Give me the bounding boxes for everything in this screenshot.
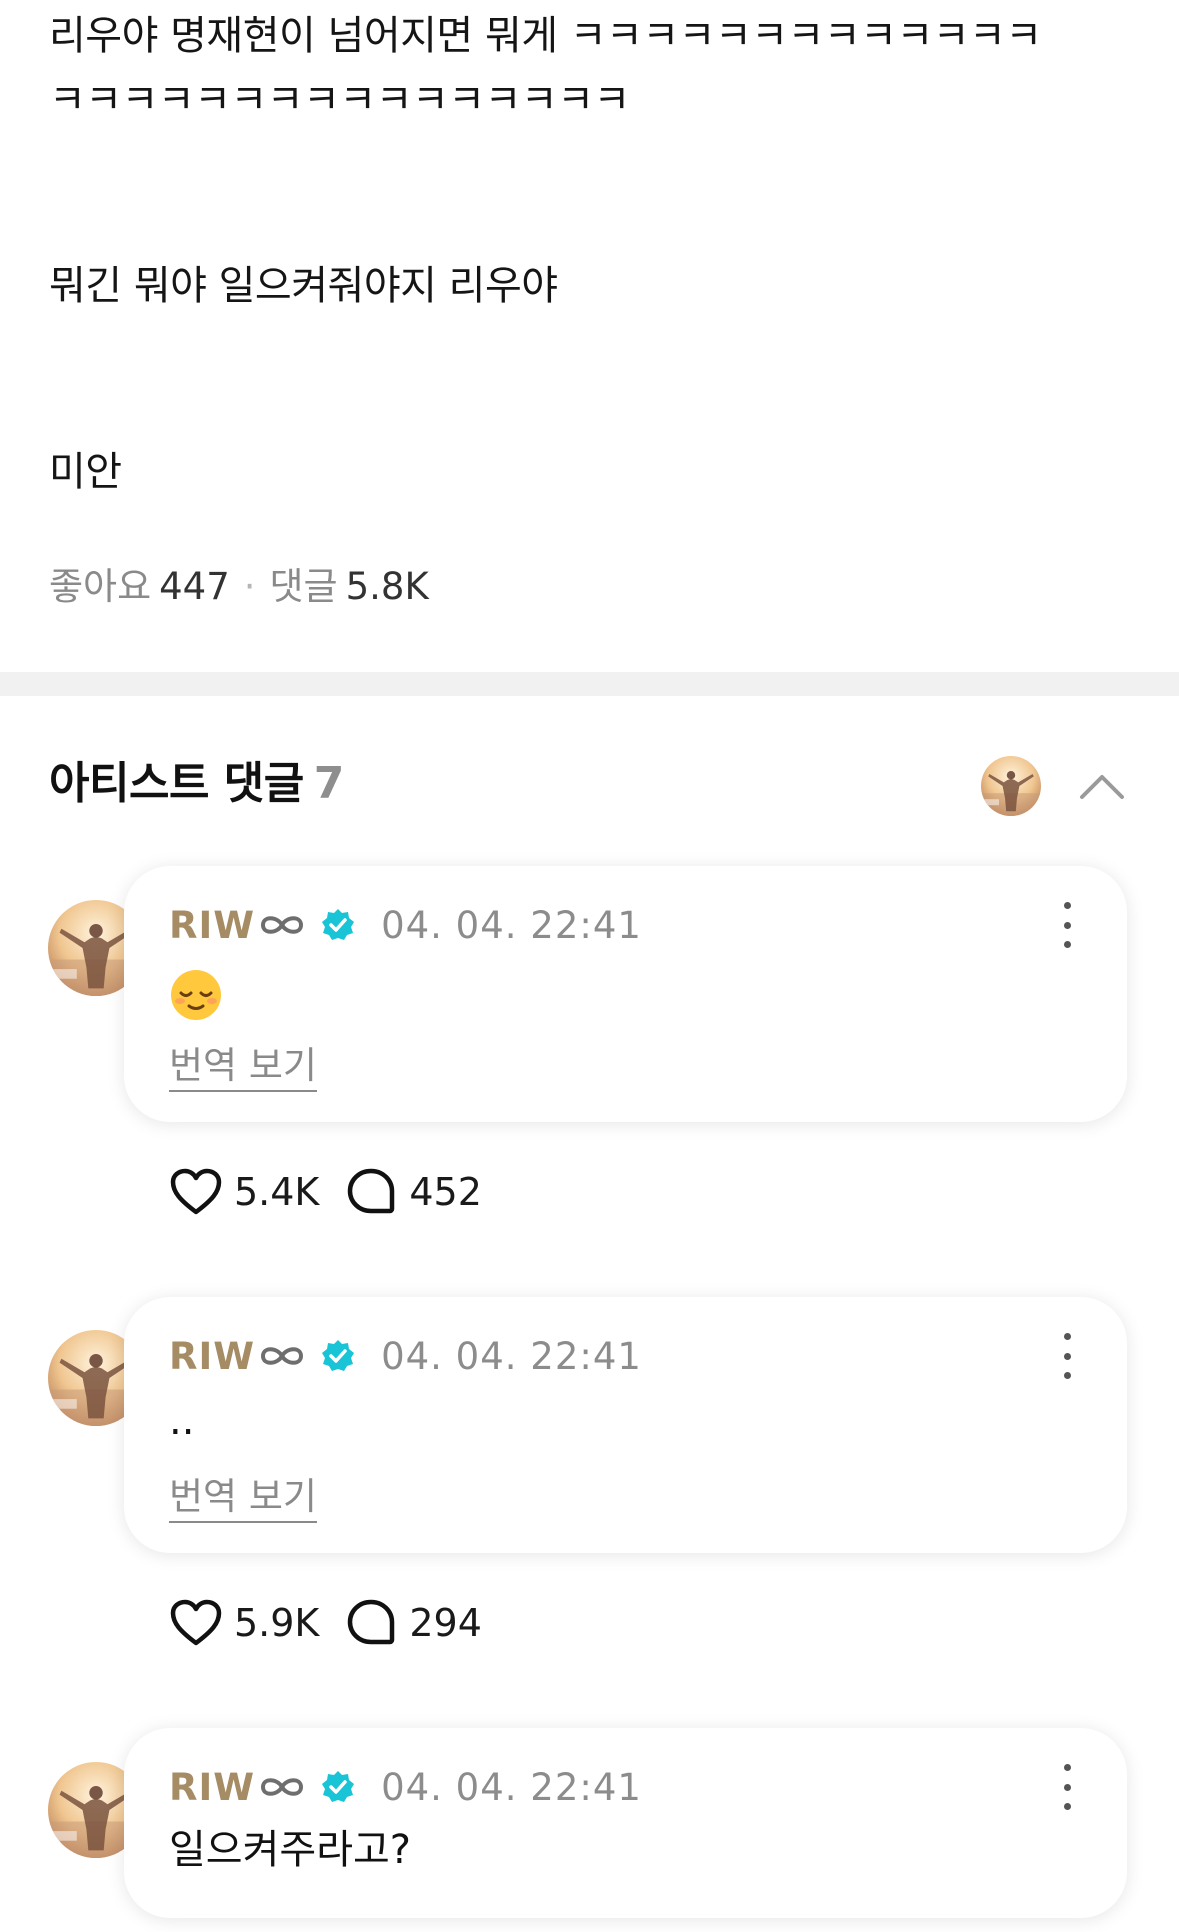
chevron-up-icon xyxy=(1080,775,1124,799)
more-options-icon[interactable] xyxy=(1057,1764,1077,1810)
comment-author[interactable]: RIW xyxy=(169,904,255,947)
comment-card: RIW 04. 04. 22:41 번역 보기 xyxy=(124,866,1127,1122)
comment-date: 04. 04. 22:41 xyxy=(381,1765,642,1809)
infinity-icon xyxy=(261,1347,304,1365)
relieved-face-emoji xyxy=(171,970,221,1020)
comment-author[interactable]: RIW xyxy=(169,1335,255,1378)
comment-header: RIW 04. 04. 22:41 xyxy=(169,1331,642,1381)
translate-link[interactable]: 번역 보기 xyxy=(169,1473,317,1523)
comment-author[interactable]: RIW xyxy=(169,1766,255,1809)
comment-actions: 5.4K 452 xyxy=(168,1162,482,1222)
comment-header: RIW 04. 04. 22:41 xyxy=(169,1762,642,1812)
more-options-icon[interactable] xyxy=(1057,1333,1077,1379)
likes-label: 좋아요 xyxy=(49,565,152,608)
like-count: 5.9K xyxy=(234,1601,320,1645)
section-divider xyxy=(0,672,1179,696)
verified-badge-icon xyxy=(322,1340,355,1371)
likes-count: 447 xyxy=(159,565,230,608)
reply-icon[interactable] xyxy=(343,1595,399,1651)
more-options-icon[interactable] xyxy=(1057,902,1077,948)
comment-date: 04. 04. 22:41 xyxy=(381,903,642,947)
comment-card: RIW 04. 04. 22:41 .. 번역 보기 xyxy=(124,1297,1127,1553)
post-stats: 좋아요 447 · 댓글 5.8K xyxy=(49,562,429,612)
stats-separator: · xyxy=(243,565,256,608)
reply-count: 294 xyxy=(409,1601,482,1645)
translate-link[interactable]: 번역 보기 xyxy=(169,1042,317,1092)
comment-text: .. xyxy=(169,1398,195,1444)
comment-card: RIW 04. 04. 22:41 일으켜주라고? xyxy=(124,1728,1127,1918)
heart-icon[interactable] xyxy=(168,1595,224,1651)
comments-count[interactable]: 5.8K xyxy=(346,565,429,608)
comment-date: 04. 04. 22:41 xyxy=(381,1334,642,1378)
comment-header: RIW 04. 04. 22:41 xyxy=(169,900,642,950)
artist-comments-count: 7 xyxy=(313,758,345,809)
infinity-icon xyxy=(261,916,304,934)
artist-avatar-small[interactable] xyxy=(981,756,1041,816)
comments-label[interactable]: 댓글 xyxy=(270,565,338,608)
comment-actions: 5.9K 294 xyxy=(168,1593,482,1653)
post-text-line: 미안 xyxy=(49,449,122,495)
verified-badge-icon xyxy=(322,1771,355,1802)
artist-comments-title: 아티스트 댓글 7 xyxy=(49,752,344,816)
post-text-line: ㅋㅋㅋㅋㅋㅋㅋㅋㅋㅋㅋㅋㅋㅋㅋㅋ xyxy=(49,77,630,123)
verified-badge-icon xyxy=(322,909,355,940)
collapse-button[interactable] xyxy=(1072,758,1132,814)
heart-icon[interactable] xyxy=(168,1164,224,1220)
comment-text: 일으켜주라고? xyxy=(169,1827,412,1873)
artist-comments-title-text: 아티스트 댓글 xyxy=(49,758,304,809)
like-count: 5.4K xyxy=(234,1170,320,1214)
infinity-icon xyxy=(261,1778,304,1796)
reply-count: 452 xyxy=(409,1170,482,1214)
post-text-line: 뭐긴 뭐야 일으켜줘야지 리우야 xyxy=(49,263,558,309)
post-text-line: 리우야 명재현이 넘어지면 뭐게 ㅋㅋㅋㅋㅋㅋㅋㅋㅋㅋㅋㅋㅋ xyxy=(49,13,1042,59)
reply-icon[interactable] xyxy=(343,1164,399,1220)
